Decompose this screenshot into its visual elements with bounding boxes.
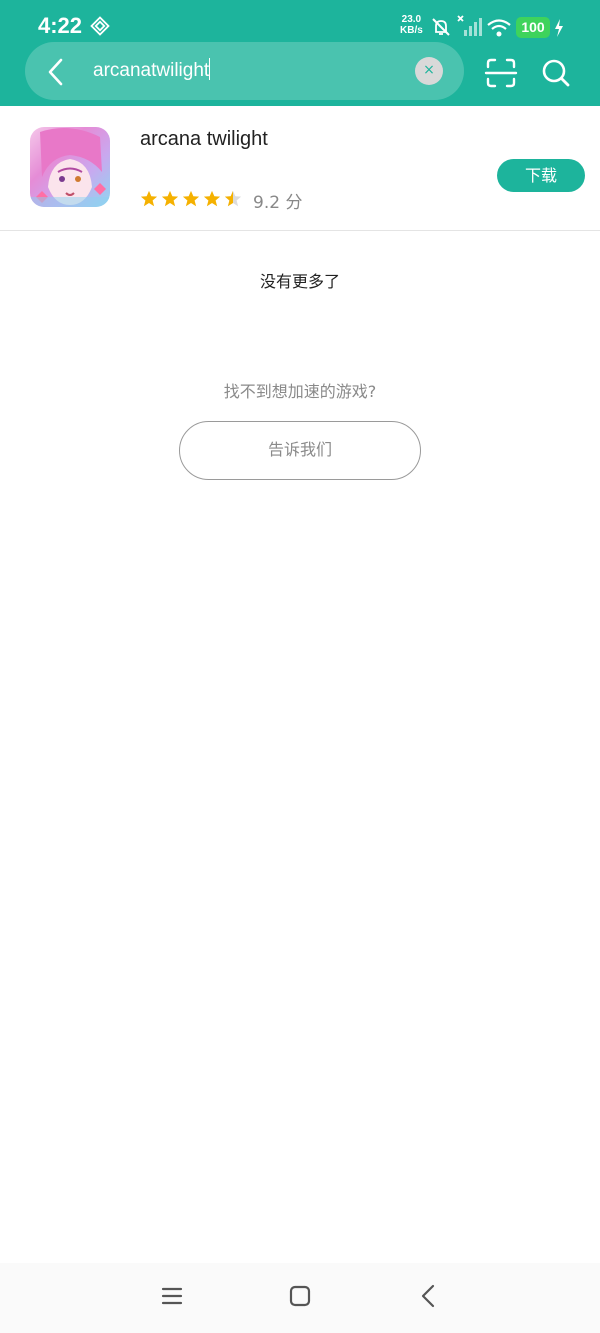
rating-score: 9.2 分 bbox=[253, 193, 303, 213]
menu-icon[interactable] bbox=[160, 1284, 184, 1308]
scan-icon[interactable] bbox=[484, 56, 518, 90]
search-query: arcanatwilight bbox=[93, 60, 210, 81]
star-full-icon bbox=[203, 190, 221, 207]
star-rating bbox=[140, 190, 245, 208]
app-title: arcana twilight bbox=[140, 128, 268, 150]
app-header: 4:22 23.0 KB/s 100 arcanatwilight × bbox=[0, 0, 600, 106]
star-full-icon bbox=[161, 190, 179, 207]
search-icon[interactable] bbox=[540, 56, 572, 90]
no-more-results-text: 没有更多了 bbox=[259, 272, 340, 291]
app-icon bbox=[30, 127, 110, 207]
net-speed-unit: KB/s bbox=[400, 25, 423, 36]
wifi-icon bbox=[487, 19, 511, 37]
game-not-found-hint: 找不到想加速的游戏? bbox=[223, 382, 377, 401]
app-artwork-image bbox=[30, 128, 110, 207]
tell-us-button[interactable]: 告诉我们 bbox=[179, 421, 421, 480]
status-time: 4:22 bbox=[38, 13, 83, 38]
download-button[interactable]: 下载 bbox=[497, 159, 585, 192]
text-caret bbox=[209, 58, 211, 80]
vpn-icon bbox=[90, 16, 110, 36]
network-speed: 23.0 KB/s bbox=[400, 14, 423, 36]
search-result-item[interactable]: arcana twilight 9.2 分 下载 bbox=[0, 106, 600, 231]
clear-search-button[interactable]: × bbox=[415, 57, 443, 85]
battery-indicator: 100 bbox=[516, 17, 550, 38]
bell-muted-icon bbox=[432, 18, 450, 36]
star-full-icon bbox=[182, 190, 200, 207]
back-nav-icon[interactable] bbox=[418, 1283, 438, 1309]
star-full-icon bbox=[140, 190, 158, 207]
back-button[interactable] bbox=[36, 54, 76, 90]
signal-icon bbox=[457, 15, 482, 36]
search-input[interactable]: arcanatwilight bbox=[93, 58, 211, 82]
home-icon[interactable] bbox=[288, 1284, 312, 1308]
net-speed-value: 23.0 bbox=[401, 14, 422, 25]
search-bar[interactable] bbox=[25, 42, 464, 100]
star-half-icon bbox=[224, 190, 242, 207]
charging-bolt-icon bbox=[555, 19, 563, 37]
